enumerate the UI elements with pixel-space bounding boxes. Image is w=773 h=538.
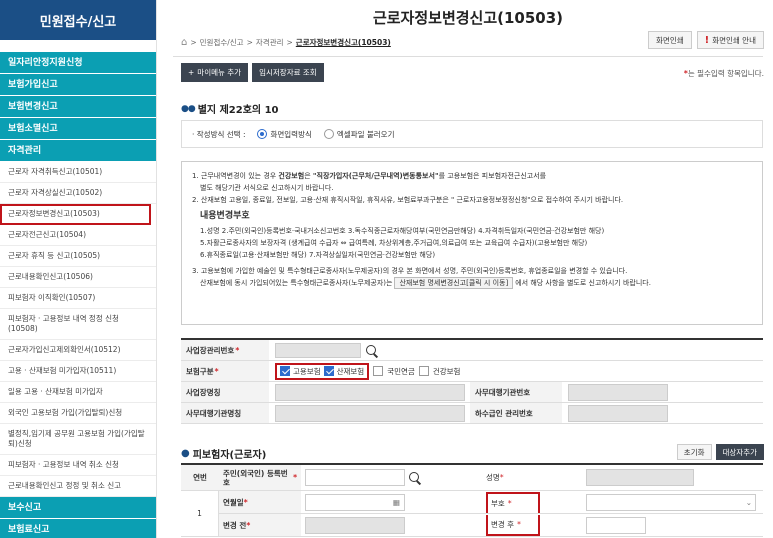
bullet-icon: ●●	[181, 103, 196, 114]
rrn-input[interactable]	[305, 469, 405, 486]
breadcrumb-item[interactable]: 민원접수/신고	[200, 37, 244, 48]
breadcrumb: ⌂ > 민원접수/신고 > 자격관리 > 근로자정보변경신고(10503)	[181, 37, 391, 48]
sidebar-item[interactable]: 근로자전근신고(10504)	[0, 225, 156, 246]
agency-name-field	[275, 404, 465, 422]
sidebar-item[interactable]: 자격관리	[0, 140, 156, 162]
sidebar-item[interactable]: 근로자가입신고제외확인서(10512)	[0, 340, 156, 361]
reset-button[interactable]: 초기화	[676, 444, 712, 460]
search-icon[interactable]	[408, 471, 421, 484]
required-note: *는 필수입력 항목입니다.	[683, 69, 764, 78]
alert-icon: !	[704, 34, 710, 46]
sidebar-item[interactable]: 근로내용확인신고(10506)	[0, 267, 156, 288]
divider	[173, 56, 763, 57]
agency-no-field	[568, 383, 668, 401]
temp-save-query-button[interactable]: 임시저장자료 조회	[252, 63, 324, 82]
home-icon[interactable]: ⌂	[181, 37, 187, 48]
radio-screen-input[interactable]: 화면입력방식	[257, 129, 312, 140]
add-target-button[interactable]: 대상자추가	[715, 444, 764, 460]
radio-icon	[323, 129, 334, 139]
sidebar-item[interactable]: 보수신고	[0, 497, 156, 519]
checkbox-employment[interactable]	[280, 366, 290, 376]
sidebar-item[interactable]: 피보험자 · 고용정보 내역 취소 신청	[0, 455, 156, 476]
sidebar-item[interactable]: 보험가입신고	[0, 74, 156, 96]
checkbox-health[interactable]	[418, 366, 429, 376]
sidebar-item[interactable]: 피보험자 이직확인(10507)	[0, 288, 156, 309]
plus-icon: +	[188, 68, 195, 77]
before-value-field	[305, 516, 405, 534]
checkbox-pension[interactable]	[373, 366, 384, 376]
form-section-title: ●● 별지 제22호의 10	[181, 103, 279, 117]
radio-icon	[257, 129, 268, 139]
method-label: · 작성방식 선택 :	[192, 129, 246, 139]
sidebar-item[interactable]: 근로자 자격취득신고(10501)	[0, 162, 156, 183]
sidebar-item[interactable]: 일자리안정지원신청	[0, 52, 156, 74]
sidebar: 민원접수/신고 일자리안정지원신청 보험가입신고 보험변경신고 보험소멸신고 자격관리 근…	[0, 0, 157, 538]
sidebar-item[interactable]: 고용 · 산재보험 미가입자(10511)	[0, 361, 156, 382]
business-form: 사업장관리번호 * 보험구분 * 고용보험 산재보험 국민연금 건강보험 사업장명칭…	[181, 338, 763, 424]
insurance-type-highlight: 고용보험 산재보험	[275, 362, 370, 380]
calendar-icon[interactable]: ▦	[305, 493, 405, 511]
sidebar-item[interactable]: 일용 고용 · 산재보험 미가입자	[0, 382, 156, 403]
notice-box: 1. 근무내역변경이 있는 경우 건강보험은 "직장가입자(근무처/근무내역)변…	[181, 161, 763, 325]
code-select[interactable]: ⌄	[586, 493, 756, 511]
checkbox-industrial[interactable]	[323, 366, 334, 376]
after-value-input[interactable]	[586, 516, 646, 534]
sidebar-item[interactable]: 별정직,임기제 공무원 고용보험 가입(가입탈퇴)신청	[0, 424, 156, 455]
sidebar-item[interactable]: 근로자 자격상실신고(10502)	[0, 183, 156, 204]
radio-excel-import[interactable]: 엑셀파일 불러오기	[323, 129, 394, 140]
sidebar-item[interactable]: 보험변경신고	[0, 96, 156, 118]
print-button[interactable]: 화면인쇄	[648, 31, 692, 49]
sidebar-menu: 일자리안정지원신청 보험가입신고 보험변경신고 보험소멸신고 자격관리 근로자 자격취득신…	[0, 52, 156, 538]
breadcrumb-current[interactable]: 근로자정보변경신고(10503)	[296, 37, 391, 48]
industrial-change-link-button[interactable]: 산재보험 명세변경신고[클릭 시 이동]	[394, 277, 514, 289]
sidebar-item[interactable]: 근로자 휴직 등 신고(10505)	[0, 246, 156, 267]
sub-mgmt-field	[568, 404, 668, 422]
sidebar-item[interactable]: 보험료신고	[0, 519, 156, 538]
sidebar-title: 민원접수/신고	[0, 0, 156, 40]
business-name-field	[275, 383, 465, 401]
bullet-icon: ●	[181, 448, 190, 459]
sidebar-item[interactable]: 피보험자 · 고용정보 내역 정정 신청(10508)	[0, 309, 156, 340]
breadcrumb-item[interactable]: 자격관리	[256, 37, 284, 48]
search-icon[interactable]	[365, 344, 378, 357]
page-title: 근로자정보변경신고(10503)	[372, 9, 564, 27]
sidebar-item[interactable]: 보험소멸신고	[0, 118, 156, 140]
mgmt-no-input[interactable]	[275, 342, 361, 358]
method-select-box: · 작성방식 선택 : 화면입력방식 엑셀파일 불러오기	[181, 120, 763, 148]
sidebar-item[interactable]: 근로자정보변경신고(10503)	[0, 204, 151, 225]
insured-table: 연번 주민(외국인) 등록번호 * 성명 * 1 연월일 * ▦ 부호 * ⌄ 변경 전…	[181, 463, 763, 537]
sidebar-item[interactable]: 외국인 고용보험 가입(가입탈퇴)신청	[0, 403, 156, 424]
insured-section-title: ● 피보험자(근로자)	[181, 448, 267, 461]
sidebar-item[interactable]: 근로내용확인신고 정정 및 취소 신고	[0, 476, 156, 497]
name-field	[586, 469, 694, 486]
change-codes-title: 내용변경부호	[200, 211, 250, 221]
print-guide-button[interactable]: ! 화면인쇄 안내	[696, 31, 764, 49]
add-my-menu-button[interactable]: + 마이메뉴 추가	[181, 63, 249, 82]
